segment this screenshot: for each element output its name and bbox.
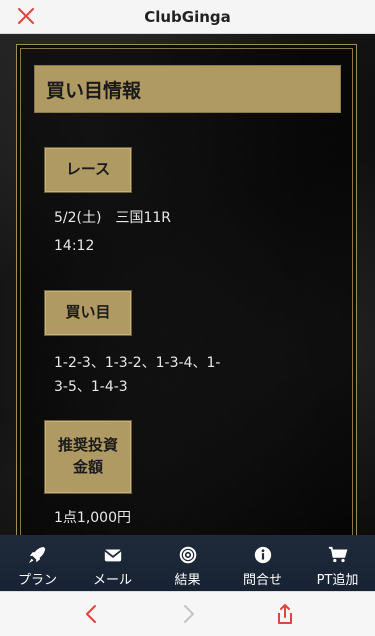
section-title: 買い目情報 — [34, 65, 341, 113]
browser-toolbar — [0, 591, 375, 636]
tab-mail-label: メール — [92, 573, 132, 588]
tab-plan[interactable]: プラン — [3, 545, 73, 588]
share-icon[interactable] — [273, 602, 297, 626]
back-icon[interactable] — [80, 602, 104, 626]
amount-label: 推奨投資 金額 — [44, 420, 132, 494]
target-icon — [179, 546, 196, 564]
race-date-venue: 5/2(土) 三国11R — [54, 210, 171, 226]
bets-label: 買い目 — [44, 290, 132, 336]
bets-combinations: 1-2-3、1-3-2、1-3-4、1- 3-5、1-4-3 — [54, 355, 221, 395]
tab-mail[interactable]: メール — [78, 545, 148, 588]
tab-results-label: 結果 — [174, 573, 201, 588]
envelope-icon — [103, 549, 122, 562]
tab-bar: プラン メール 結果 問合せ PT追加 — [0, 535, 375, 591]
amount-value: 1点1,000円 — [54, 510, 131, 526]
tab-add-points[interactable]: PT追加 — [303, 545, 373, 588]
info-panel: 買い目情報 レース 5/2(土) 三国11R 14:12 買い目 1-2-3、1… — [16, 44, 357, 556]
tab-contact-label: 問合せ — [242, 573, 282, 588]
tab-plan-label: プラン — [17, 573, 57, 588]
main-content[interactable]: 買い目情報 レース 5/2(土) 三国11R 14:12 買い目 1-2-3、1… — [0, 34, 375, 556]
top-bar: ClubGinga — [0, 0, 375, 34]
tab-results[interactable]: 結果 — [153, 545, 223, 588]
info-icon — [254, 546, 271, 564]
race-label: レース — [44, 147, 132, 193]
tab-contact[interactable]: 問合せ — [228, 545, 298, 588]
close-icon[interactable] — [14, 4, 38, 28]
forward-icon[interactable] — [176, 602, 200, 626]
app-title: ClubGinga — [144, 7, 231, 26]
race-time: 14:12 — [54, 238, 95, 254]
tab-add-points-label: PT追加 — [316, 573, 359, 588]
rocket-icon — [28, 546, 45, 564]
cart-icon — [328, 546, 347, 563]
